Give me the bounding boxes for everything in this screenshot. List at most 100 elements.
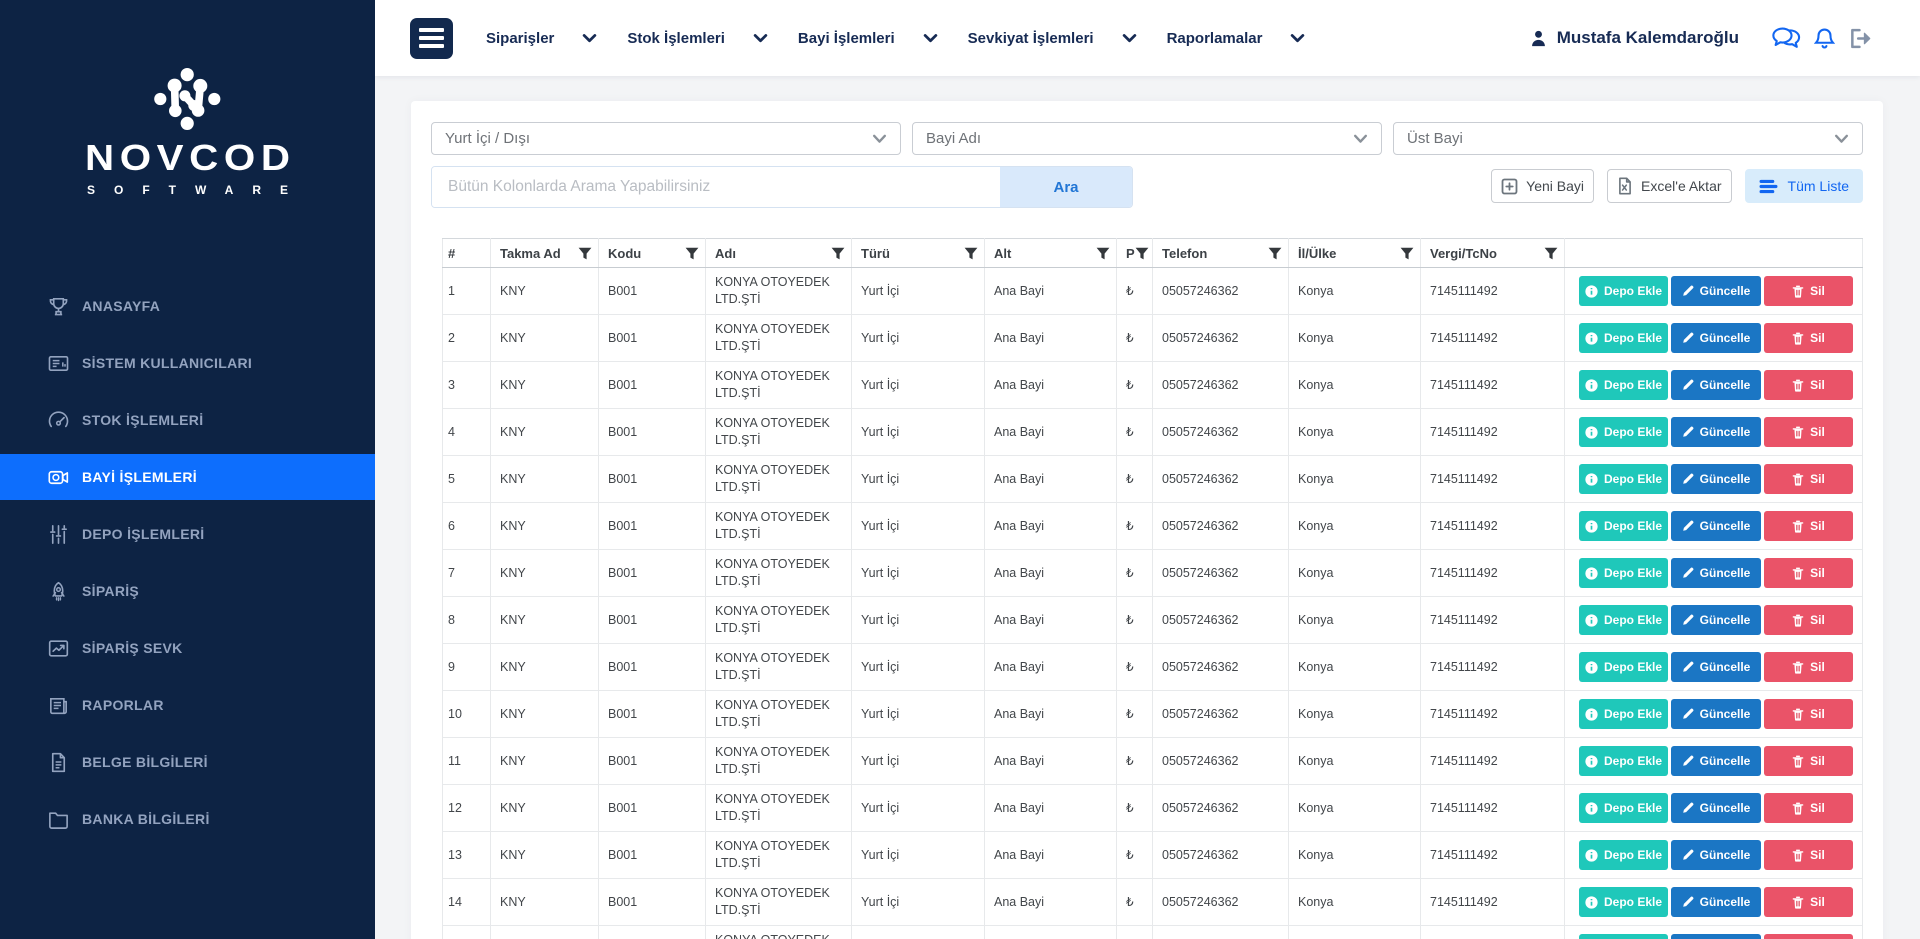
guncelle-button[interactable]: Güncelle	[1671, 417, 1761, 447]
filter-icon[interactable]	[685, 247, 699, 260]
p-cell: ₺	[1117, 738, 1153, 785]
vergi-cell: 7145111492	[1421, 879, 1565, 926]
top-menu-stok-i-lemleri[interactable]: Stok İşlemleri	[627, 30, 768, 47]
sidebar-item-stok-i-lemleri-[interactable]: STOK İŞLEMLERİ	[0, 397, 375, 443]
sil-button[interactable]: Sil	[1764, 652, 1853, 682]
search-button[interactable]: Ara	[1000, 167, 1132, 207]
filter-icon[interactable]	[1096, 247, 1110, 260]
col-header-label: P	[1126, 246, 1135, 261]
il-ulke-cell: Konya	[1289, 456, 1421, 503]
guncelle-button[interactable]: Güncelle	[1671, 887, 1761, 917]
row-number: 11	[443, 738, 491, 785]
sil-button[interactable]: Sil	[1764, 793, 1853, 823]
guncelle-button[interactable]: Güncelle	[1671, 934, 1761, 939]
depo-button[interactable]: Depo Ekle	[1579, 558, 1668, 588]
filter-select-2[interactable]: Bayi Adı	[912, 122, 1382, 155]
guncelle-button[interactable]: Güncelle	[1671, 652, 1761, 682]
sil-button[interactable]: Sil	[1764, 464, 1853, 494]
sil-button[interactable]: Sil	[1764, 558, 1853, 588]
telefon-cell: 05057246362	[1153, 879, 1289, 926]
top-menu-sevkiyat-i-lemleri[interactable]: Sevkiyat İşlemleri	[968, 30, 1137, 47]
sidebar-item-si-stem-kullanicilari[interactable]: SİSTEM KULLANICILARI	[0, 340, 375, 386]
sidebar-item-banka-bi-lgi-leri-[interactable]: BANKA BİLGİLERİ	[0, 796, 375, 842]
depo-button[interactable]: Depo Ekle	[1579, 746, 1668, 776]
filter-icon[interactable]	[1268, 247, 1282, 260]
row-button-label: Depo Ekle	[1604, 754, 1662, 768]
sil-button[interactable]: Sil	[1764, 934, 1853, 939]
sil-button[interactable]: Sil	[1764, 840, 1853, 870]
sidebar-item-belge-bi-lgi-leri-[interactable]: BELGE BİLGİLERİ	[0, 739, 375, 785]
sil-button[interactable]: Sil	[1764, 887, 1853, 917]
row-button-label: Güncelle	[1700, 425, 1751, 439]
excel-e-aktar-button[interactable]: Excel'e Aktar	[1607, 169, 1732, 203]
guncelle-button[interactable]: Güncelle	[1671, 840, 1761, 870]
depo-button[interactable]: Depo Ekle	[1579, 793, 1668, 823]
sidebar-item-si-pari-sevk[interactable]: SİPARİŞ SEVK	[0, 625, 375, 671]
row-number: 14	[443, 879, 491, 926]
telefon-cell: 05057246362	[1153, 268, 1289, 315]
guncelle-button[interactable]: Güncelle	[1671, 605, 1761, 635]
chat-icon[interactable]	[1772, 27, 1801, 50]
guncelle-button[interactable]: Güncelle	[1671, 511, 1761, 541]
sil-button[interactable]: Sil	[1764, 276, 1853, 306]
filter-icon[interactable]	[831, 247, 845, 260]
filter-icon[interactable]	[1400, 247, 1414, 260]
sil-button[interactable]: Sil	[1764, 511, 1853, 541]
signout-icon[interactable]	[1849, 28, 1872, 49]
sil-button[interactable]: Sil	[1764, 605, 1853, 635]
filter-select-1[interactable]: Yurt İçi / Dışı	[431, 122, 901, 155]
guncelle-button[interactable]: Güncelle	[1671, 699, 1761, 729]
turu-cell: Yurt İçi	[852, 550, 985, 597]
filter-select-3[interactable]: Üst Bayi	[1393, 122, 1863, 155]
depo-button[interactable]: Depo Ekle	[1579, 605, 1668, 635]
top-menu-sipari-ler[interactable]: Siparişler	[486, 30, 597, 47]
depo-button[interactable]: Depo Ekle	[1579, 464, 1668, 494]
guncelle-button[interactable]: Güncelle	[1671, 276, 1761, 306]
depo-button[interactable]: Depo Ekle	[1579, 887, 1668, 917]
user-menu[interactable]: Mustafa Kalemdaroğlu	[1529, 28, 1739, 48]
sil-button[interactable]: Sil	[1764, 699, 1853, 729]
guncelle-button[interactable]: Güncelle	[1671, 793, 1761, 823]
depo-button[interactable]: Depo Ekle	[1579, 370, 1668, 400]
depo-button[interactable]: Depo Ekle	[1579, 699, 1668, 729]
il-ulke-cell: Konya	[1289, 785, 1421, 832]
depo-button[interactable]: Depo Ekle	[1579, 652, 1668, 682]
t-m-liste-button[interactable]: Tüm Liste	[1745, 169, 1863, 203]
filter-icon[interactable]	[1135, 247, 1149, 260]
sil-button[interactable]: Sil	[1764, 323, 1853, 353]
filter-icon[interactable]	[1544, 247, 1558, 260]
filter-icon[interactable]	[964, 247, 978, 260]
depo-button[interactable]: Depo Ekle	[1579, 276, 1668, 306]
il-ulke-cell: Konya	[1289, 409, 1421, 456]
sil-button[interactable]: Sil	[1764, 417, 1853, 447]
sidebar-item-raporlar[interactable]: RAPORLAR	[0, 682, 375, 728]
guncelle-button[interactable]: Güncelle	[1671, 558, 1761, 588]
filter-icon[interactable]	[578, 247, 592, 260]
guncelle-button[interactable]: Güncelle	[1671, 323, 1761, 353]
top-menu-raporlamalar[interactable]: Raporlamalar	[1167, 30, 1306, 47]
search-input[interactable]	[432, 167, 1000, 207]
info-icon	[1585, 755, 1598, 768]
sidebar-item-depo-i-lemleri-[interactable]: DEPO İŞLEMLERİ	[0, 511, 375, 557]
guncelle-button[interactable]: Güncelle	[1671, 746, 1761, 776]
yeni-bayi-button[interactable]: Yeni Bayi	[1491, 169, 1594, 203]
depo-button[interactable]: Depo Ekle	[1579, 511, 1668, 541]
guncelle-button[interactable]: Güncelle	[1671, 370, 1761, 400]
hamburger-button[interactable]	[410, 18, 453, 59]
sil-button[interactable]: Sil	[1764, 370, 1853, 400]
row-actions-cell: Depo Ekle GüncelleSil	[1565, 738, 1863, 785]
depo-button[interactable]: Depo Ekle	[1579, 323, 1668, 353]
sidebar-item-bayi-i-lemleri-[interactable]: BAYİ İŞLEMLERİ	[0, 454, 375, 500]
takma-ad-cell: KNY	[491, 315, 599, 362]
guncelle-button[interactable]: Güncelle	[1671, 464, 1761, 494]
depo-button[interactable]: Depo Ekle	[1579, 417, 1668, 447]
depo-button[interactable]: Depo Ekle	[1579, 840, 1668, 870]
bell-icon[interactable]	[1814, 27, 1835, 50]
top-menu-bayi-i-lemleri[interactable]: Bayi İşlemleri	[798, 30, 938, 47]
sidebar-item-si-pari-[interactable]: SİPARİŞ	[0, 568, 375, 614]
sidebar-item-anasayfa[interactable]: ANASAYFA	[0, 283, 375, 329]
depo-button[interactable]: Depo Ekle	[1579, 934, 1668, 939]
sil-button[interactable]: Sil	[1764, 746, 1853, 776]
logo[interactable]: NOVCOD SOFTWARE	[0, 0, 375, 197]
trash-icon	[1792, 802, 1804, 815]
